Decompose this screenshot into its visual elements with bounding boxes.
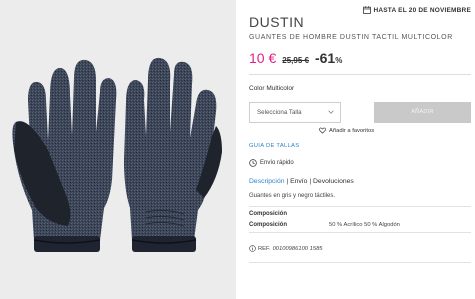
product-brand: DUSTIN bbox=[249, 14, 305, 30]
favorites-label: Añadir a favoritos bbox=[329, 127, 375, 134]
discount-badge: -61% bbox=[315, 50, 342, 66]
calendar-icon bbox=[363, 6, 372, 14]
deadline-text: HASTA EL 20 DE NOVIEMBRE bbox=[373, 6, 471, 14]
price-original: 25,95 € bbox=[282, 56, 309, 65]
left-glove bbox=[12, 59, 117, 252]
price-current: 10 € bbox=[249, 50, 277, 66]
add-to-cart-button[interactable]: AÑADIR bbox=[374, 102, 471, 123]
size-select-value: Selecciona Talla bbox=[257, 109, 302, 116]
info-tabs: Descripción | Envío | Devoluciones bbox=[249, 178, 354, 185]
heart-icon bbox=[319, 127, 326, 134]
divider bbox=[249, 206, 471, 207]
discount-unit: % bbox=[335, 56, 343, 65]
fast-shipping: Envío rápido bbox=[249, 159, 294, 167]
divider bbox=[249, 74, 471, 75]
price-row: 10 € 25,95 € -61% bbox=[249, 50, 342, 66]
color-label: Color Multicolor bbox=[249, 85, 295, 92]
tab-description[interactable]: Descripción bbox=[249, 178, 285, 185]
right-glove bbox=[124, 57, 222, 252]
product-info: HASTA EL 20 DE NOVIEMBRE DUSTIN GUANTES … bbox=[249, 0, 471, 299]
composition-heading: Composición bbox=[249, 211, 288, 217]
reference-number: 00100986100 1585 bbox=[272, 245, 323, 252]
composition-value: 50 % Acrílico 50 % Algodón bbox=[329, 222, 400, 228]
product-image-panel bbox=[0, 0, 236, 299]
gloves-image[interactable] bbox=[8, 40, 228, 275]
composition-label: Composición bbox=[249, 222, 288, 228]
product-name: GUANTES DE HOMBRE DUSTIN TACTIL MULTICOL… bbox=[249, 34, 453, 41]
product-reference: REF. 00100986100 1585 bbox=[249, 245, 323, 252]
divider bbox=[249, 232, 471, 233]
tab-shipping[interactable]: Envío bbox=[290, 178, 307, 185]
divider bbox=[249, 262, 471, 263]
size-select[interactable]: Selecciona Talla bbox=[249, 102, 341, 123]
tab-returns[interactable]: Devoluciones bbox=[313, 178, 354, 185]
clock-icon bbox=[249, 159, 257, 167]
product-description: Guantes en gris y negro táctiles. bbox=[249, 193, 336, 199]
add-to-favorites-link[interactable]: Añadir a favoritos bbox=[319, 127, 374, 134]
discount-value: -61 bbox=[314, 50, 336, 66]
size-guide-link[interactable]: GUIA DE TALLAS bbox=[249, 143, 299, 149]
info-icon bbox=[249, 245, 256, 252]
chevron-down-icon bbox=[328, 110, 334, 114]
shipping-label: Envío rápido bbox=[260, 160, 294, 166]
reference-prefix: REF. bbox=[258, 245, 271, 252]
delivery-deadline: HASTA EL 20 DE NOVIEMBRE bbox=[363, 6, 471, 14]
